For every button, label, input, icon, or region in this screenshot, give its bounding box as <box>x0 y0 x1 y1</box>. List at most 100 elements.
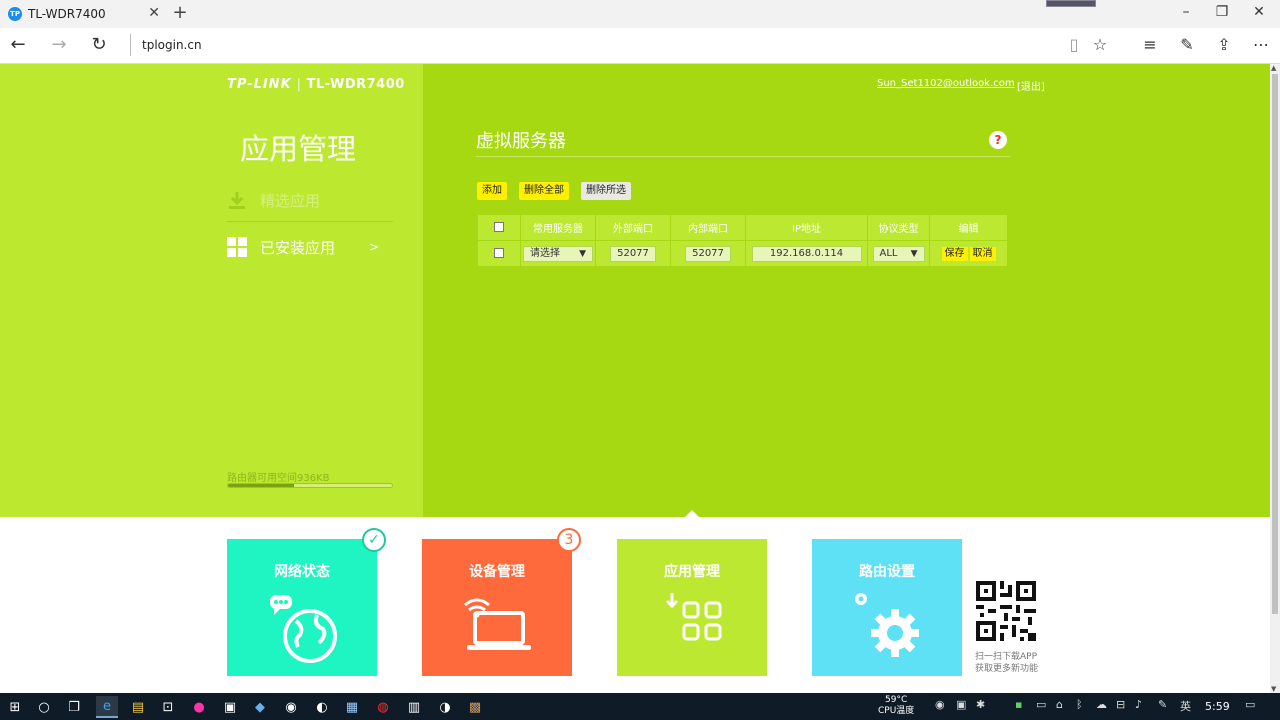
protocol-cell: ALL ▼ <box>867 240 930 267</box>
hub-icon[interactable]: ≡ <box>1138 34 1162 58</box>
ip-cell: 192.168.0.114 <box>745 240 868 267</box>
tile-router-settings[interactable]: 路由设置 <box>812 539 962 676</box>
protocol-select[interactable]: ALL ▼ <box>872 245 925 262</box>
sidebar-title: 应用管理 <box>240 132 357 166</box>
tile-count-badge: 3 <box>557 528 581 552</box>
vs-icon[interactable]: ◆ <box>249 696 271 718</box>
ip-address-input[interactable]: 192.168.0.114 <box>751 245 862 262</box>
windows-taskbar: ⊞ ○ ❐ e ▤ ⊡ ● ▣ ◆ ◉ ◐ ▦ ◍ ▥ ◑ ▩ 59°C CPU… <box>0 693 1280 720</box>
delete-all-button[interactable]: 删除全部 <box>519 182 569 200</box>
download-icon <box>227 190 247 210</box>
scroll-up-icon[interactable]: ▲ <box>1271 64 1276 72</box>
close-tab-icon[interactable]: ✕ <box>148 5 160 21</box>
select-all-checkbox[interactable] <box>494 222 504 232</box>
service-cell: 请选择 ▼ <box>520 240 596 267</box>
share-icon[interactable]: ⇪ <box>1212 34 1236 58</box>
title-divider <box>476 156 1010 157</box>
add-button[interactable]: 添加 <box>477 182 507 200</box>
more-icon[interactable]: ⋯ <box>1249 34 1273 58</box>
favorite-star-icon[interactable]: ☆ <box>1088 34 1112 58</box>
maximize-icon[interactable]: ❐ <box>1212 4 1232 20</box>
remote-desktop-icon[interactable]: ▦ <box>341 696 363 718</box>
terminal-icon[interactable]: ▣ <box>219 696 241 718</box>
task-view-icon[interactable]: ❐ <box>63 696 85 718</box>
tab-title: TL-WDR7400 <box>28 7 106 21</box>
notifications-icon[interactable]: ▭ <box>1245 698 1255 711</box>
edit-cell: 保存 取消 <box>929 240 1008 267</box>
header-edit: 编辑 <box>929 214 1008 241</box>
service-select[interactable]: 请选择 ▼ <box>523 245 593 262</box>
address-bar-row: ← → ↻ tplogin.cn ▯ ☆ ≡ ✎ ⇪ ⋯ <box>0 28 1280 64</box>
archive-icon[interactable]: ▩ <box>464 696 486 718</box>
tile-device-management[interactable]: 设备管理 3 <box>422 528 581 676</box>
file-explorer-icon[interactable]: ▤ <box>127 696 149 718</box>
edge-icon[interactable]: e <box>96 696 118 718</box>
save-button[interactable]: 保存 <box>941 246 968 261</box>
internal-port-input[interactable]: 52077 <box>685 245 731 262</box>
external-port-input[interactable]: 52077 <box>610 245 656 262</box>
header-external-port: 外部端口 <box>595 214 671 241</box>
scrollbar-thumb[interactable] <box>1272 74 1278 614</box>
netease-music-icon[interactable]: ◍ <box>372 696 394 718</box>
document-icon[interactable]: ▥ <box>403 696 425 718</box>
user-email-link[interactable]: Sun_Set1102@outlook.com <box>877 78 1015 89</box>
qr-caption: 扫一扫下载APP 获取更多新功能 <box>975 652 1039 674</box>
tile-network-status[interactable]: 网络状态 ✓ <box>227 528 386 676</box>
qq-icon[interactable]: ◉ <box>280 696 302 718</box>
browser-tab-bar: TP TL-WDR7400 ✕ + – ❐ ✕ <box>0 0 1280 28</box>
chevron-down-icon: ▼ <box>910 248 918 259</box>
tray-bluetooth-icon[interactable]: ᛒ <box>1076 698 1083 711</box>
scroll-down-icon[interactable]: ▼ <box>1271 685 1276 693</box>
tile-label: 设备管理 <box>469 564 525 580</box>
active-tile-pointer <box>684 510 700 518</box>
back-arrow-icon[interactable]: ← <box>6 34 30 58</box>
sidebar: TP-LINK | TL-WDR7400 应用管理 精选应用 已安装应用 > 路由器… <box>0 64 423 517</box>
minimize-icon[interactable]: – <box>1176 4 1196 20</box>
forward-arrow-icon[interactable]: → <box>47 34 71 58</box>
tray-gpu-icon[interactable]: ▪ <box>1015 698 1022 711</box>
row-checkbox[interactable] <box>494 248 504 258</box>
tray-shield-icon[interactable]: ▣ <box>956 698 966 711</box>
cancel-button[interactable]: 取消 <box>969 246 996 261</box>
color-app-icon[interactable]: ● <box>188 696 210 718</box>
row-select-cell <box>477 240 521 267</box>
tile-app-management[interactable]: 应用管理 <box>617 539 767 676</box>
page-scrollbar[interactable]: ▲ ▼ <box>1270 64 1280 693</box>
window-close-icon[interactable]: ✕ <box>1249 4 1269 20</box>
logout-link[interactable]: [退出] <box>1017 78 1045 93</box>
tray-app-icon[interactable]: ◉ <box>935 698 945 711</box>
tile-label: 网络状态 <box>274 564 330 580</box>
sidebar-item-label: 已安装应用 <box>260 238 336 257</box>
web-note-icon[interactable]: ✎ <box>1175 34 1199 58</box>
cortana-icon[interactable]: ○ <box>33 696 55 718</box>
tray-settings-icon[interactable]: ✱ <box>976 698 985 711</box>
internal-port-cell: 52077 <box>670 240 746 267</box>
windows-start-icon[interactable]: ⊞ <box>4 696 26 718</box>
volume-icon[interactable]: ♪ <box>1135 698 1142 711</box>
chevron-right-icon: > <box>368 240 379 254</box>
router-page: TP-LINK | TL-WDR7400 应用管理 精选应用 已安装应用 > 路由器… <box>0 64 1270 693</box>
tray-network-icon[interactable]: ⊟ <box>1116 698 1125 711</box>
tray-screen-icon[interactable]: ▭ <box>1036 698 1046 711</box>
new-tab-button[interactable]: + <box>172 2 188 23</box>
sidebar-item-installed-apps[interactable]: 已安装应用 > <box>227 232 393 262</box>
clock[interactable]: 5:59 <box>1205 700 1230 713</box>
ime-indicator[interactable]: 英 <box>1180 698 1191 714</box>
sidebar-item-featured-apps[interactable]: 精选应用 <box>227 185 393 215</box>
delete-selected-button[interactable]: 删除所选 <box>581 182 631 200</box>
store-icon[interactable]: ⊡ <box>157 696 179 718</box>
storage-bar-fill <box>228 484 294 487</box>
browser-tab[interactable]: TP TL-WDR7400 ✕ <box>0 0 168 28</box>
help-icon[interactable]: ? <box>989 131 1007 149</box>
address-url[interactable]: tplogin.cn <box>142 38 202 52</box>
tray-cloud-icon[interactable]: ☁ <box>1096 698 1107 711</box>
reading-view-icon[interactable]: ▯ <box>1062 34 1086 58</box>
table-row: 请选择 ▼ 52077 52077 192.168.0.114 ALL ▼ 保存 取消 <box>477 240 1008 267</box>
pen-icon[interactable]: ✎ <box>1158 698 1167 711</box>
storage-label: 路由器可用空间936KB <box>227 473 330 484</box>
media-player-icon[interactable]: ◑ <box>434 696 456 718</box>
table-header-row: 常用服务器 外部端口 内部端口 IP地址 协议类型 编辑 <box>477 214 1008 241</box>
refresh-icon[interactable]: ↻ <box>87 34 111 58</box>
app-icon[interactable]: ◐ <box>311 696 333 718</box>
tray-usb-icon[interactable]: ⌂ <box>1056 698 1063 711</box>
